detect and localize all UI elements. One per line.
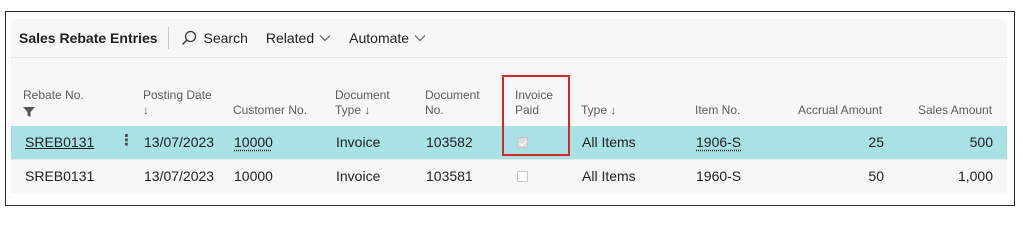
invoice-paid-checkbox[interactable] — [517, 171, 528, 182]
column-header-label: Accrual Amount — [798, 103, 883, 117]
sort-descending-icon: ↓ — [143, 103, 149, 117]
column-header-label: Item No. — [695, 103, 741, 117]
related-label: Related — [265, 30, 315, 46]
column-header-label: Posting Date — [143, 88, 212, 102]
column-header-label: Sales Amount — [918, 103, 993, 117]
posting-date-cell: 13/07/2023 — [144, 134, 215, 150]
more-vertical-icon[interactable]: ⋮ — [119, 126, 134, 156]
related-menu-button[interactable]: Related — [266, 30, 331, 46]
column-header-type[interactable]: Type ↓ — [581, 103, 616, 118]
automate-label: Automate — [349, 30, 410, 46]
rebate-no-link[interactable]: SREB0131 — [25, 126, 94, 159]
column-header-label: No. — [425, 103, 444, 117]
posting-date-cell: 13/07/2023 — [144, 168, 215, 184]
table-header: Rebate No. Posting Date ↓ Customer No. D… — [11, 57, 1007, 124]
rebate-no-link[interactable]: SREB0131 — [25, 160, 94, 193]
type-cell: All Items — [582, 168, 636, 184]
document-type-cell: Invoice — [336, 134, 381, 150]
accrual-amount-cell: 50 — [868, 168, 884, 184]
chevron-down-icon — [319, 35, 331, 42]
table-row[interactable]: SREB0131 ⋮ 13/07/2023 10000 Invoice 1035… — [11, 126, 1007, 159]
column-header-label: Type ↓ — [581, 103, 617, 117]
chevron-down-icon — [414, 35, 426, 42]
item-no-link[interactable]: 1906-S — [696, 126, 741, 159]
list-page: Sales Rebate Entries Search Related Auto… — [11, 19, 1007, 193]
customer-no-cell[interactable]: 10000 — [234, 160, 273, 193]
column-header-sales-amount[interactable]: Sales Amount — [918, 103, 992, 118]
action-bar-divider — [167, 27, 169, 49]
customer-no-link[interactable]: 10000 — [234, 126, 273, 159]
table-row[interactable]: SREB0131 13/07/2023 10000 Invoice 103581… — [11, 159, 1007, 193]
page-title: Sales Rebate Entries — [19, 30, 158, 46]
column-header-label: Paid — [515, 103, 540, 117]
automate-menu-button[interactable]: Automate — [349, 30, 426, 46]
sales-amount-cell: 1,000 — [957, 168, 993, 184]
document-no-cell: 103581 — [426, 168, 473, 184]
accrual-amount-cell: 25 — [868, 134, 884, 150]
column-header-item-no[interactable]: Item No. — [695, 103, 740, 118]
search-button[interactable]: Search — [181, 30, 248, 46]
column-header-rebate-no[interactable]: Rebate No. — [23, 88, 84, 121]
sales-amount-cell: 500 — [969, 134, 993, 150]
column-header-document-type[interactable]: Document Type ↓ — [335, 88, 390, 118]
column-header-label: Invoice — [515, 88, 554, 102]
type-cell: All Items — [582, 134, 636, 150]
filter-icon — [23, 107, 35, 117]
column-header-posting-date[interactable]: Posting Date ↓ — [143, 88, 212, 118]
column-header-document-no[interactable]: Document No. — [425, 88, 480, 118]
action-bar: Sales Rebate Entries Search Related Auto… — [11, 19, 1007, 58]
column-header-label: Type ↓ — [335, 103, 371, 117]
item-no-cell[interactable]: 1960-S — [696, 160, 741, 193]
column-header-invoice-paid[interactable]: Invoice Paid — [515, 88, 553, 118]
document-no-cell: 103582 — [426, 134, 473, 150]
column-header-label: Customer No. — [233, 103, 308, 117]
column-header-accrual-amount[interactable]: Accrual Amount — [798, 103, 882, 118]
column-header-customer-no[interactable]: Customer No. — [233, 103, 307, 118]
invoice-paid-checkbox[interactable] — [517, 137, 528, 148]
column-header-label: Document — [335, 88, 390, 102]
column-header-label: Rebate No. — [23, 88, 84, 102]
search-label: Search — [203, 30, 248, 46]
search-icon — [181, 30, 196, 45]
column-header-label: Document — [425, 88, 480, 102]
document-type-cell: Invoice — [336, 168, 381, 184]
